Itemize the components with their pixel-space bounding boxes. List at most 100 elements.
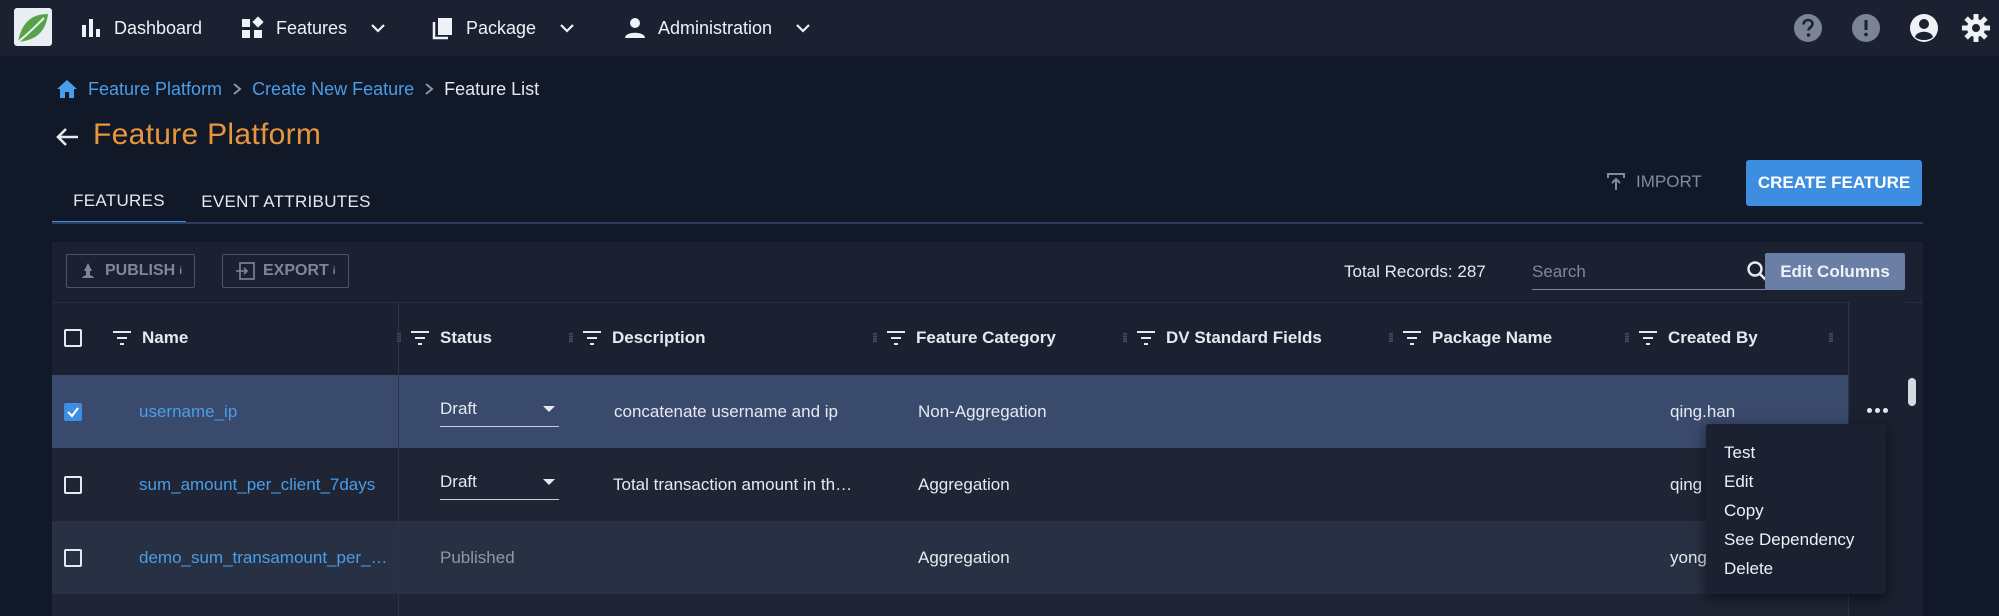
frozen-column-divider: [398, 302, 399, 616]
column-header-label: Feature Category: [916, 328, 1056, 347]
nav-package-label: Package: [466, 17, 537, 38]
created-by-cell: qing: [1670, 474, 1703, 494]
column-header-description[interactable]: ⁞⁞ Description: [568, 303, 706, 373]
help-icon[interactable]: [1793, 13, 1823, 43]
page-title: Feature Platform: [93, 118, 322, 151]
column-header-created-by[interactable]: ⁞⁞ Created By: [1624, 303, 1758, 373]
nav-features[interactable]: Features: [240, 0, 387, 56]
breadcrumb-feature-list: Feature List: [444, 78, 540, 99]
filter-icon[interactable]: [1136, 330, 1156, 346]
filter-icon[interactable]: [410, 330, 430, 346]
row-checkbox[interactable]: [64, 402, 82, 421]
column-header-status[interactable]: ⁞⁞ Status: [396, 303, 492, 373]
column-header-label: Package Name: [1432, 328, 1553, 347]
publish-button[interactable]: PUBLISH i: [66, 254, 196, 288]
more-options-icon[interactable]: [1862, 400, 1892, 420]
search-field: [1532, 254, 1780, 290]
status-cell: Published: [440, 547, 515, 567]
row-checkbox-cell: [64, 375, 82, 448]
drag-handle-icon[interactable]: ⁞⁞: [1624, 331, 1630, 345]
info-alert-icon[interactable]: [1851, 13, 1881, 43]
chevron-right-icon: [425, 83, 434, 95]
account-icon[interactable]: [1909, 13, 1939, 43]
column-header-package-name[interactable]: ⁞⁞ Package Name: [1388, 303, 1552, 373]
column-header-label: Created By: [1668, 328, 1758, 347]
category-cell: Non-Aggregation: [918, 401, 1047, 421]
settings-icon[interactable]: [1961, 13, 1991, 43]
status-select[interactable]: Draft: [440, 391, 559, 427]
export-icon: [236, 262, 255, 280]
row-context-menu: Test Edit Copy See Dependency Delete: [1706, 424, 1886, 594]
filter-icon[interactable]: [886, 330, 906, 346]
breadcrumb-feature-platform[interactable]: Feature Platform: [88, 79, 222, 100]
export-info-icon[interactable]: i: [333, 266, 336, 277]
row-checkbox-cell: [64, 521, 82, 594]
nav-administration[interactable]: Administration: [624, 0, 812, 56]
breadcrumb-create-new-feature[interactable]: Create New Feature: [252, 79, 414, 100]
table-row[interactable]: sum_amount_per_client_7days Draft Total …: [52, 448, 1905, 521]
export-label: EXPORT: [263, 262, 329, 279]
column-header-label: Status: [440, 328, 492, 347]
row-checkbox[interactable]: [64, 548, 82, 567]
chevron-down-icon: [371, 24, 385, 33]
search-input[interactable]: [1532, 260, 1732, 284]
select-all-checkbox[interactable]: [64, 329, 82, 347]
filter-icon[interactable]: [1638, 330, 1658, 346]
nav-features-label: Features: [276, 17, 348, 38]
nav-dashboard[interactable]: Dashboard: [80, 0, 202, 56]
filter-icon[interactable]: [582, 330, 602, 346]
column-header-label: DV Standard Fields: [1166, 328, 1322, 347]
nav-administration-label: Administration: [658, 17, 773, 38]
export-button[interactable]: EXPORT i: [222, 254, 349, 288]
column-header-more[interactable]: ⁞⁞: [1828, 303, 1834, 373]
feature-name-link[interactable]: sum_amount_per_client_7days: [139, 448, 439, 521]
feature-name-link[interactable]: username_ip: [139, 375, 439, 448]
nav-dashboard-label: Dashboard: [114, 17, 203, 38]
tab-event-attributes[interactable]: EVENT ATTRIBUTES: [196, 180, 376, 224]
total-records: Total Records: 287: [1344, 262, 1486, 281]
feature-name-link[interactable]: demo_sum_transamount_per_…: [139, 521, 439, 594]
tabs-divider: [52, 222, 1923, 224]
publish-label: PUBLISH: [105, 262, 176, 279]
column-header-name[interactable]: Name: [112, 303, 188, 373]
drag-handle-icon[interactable]: ⁞⁞: [872, 331, 878, 345]
caret-down-icon: [543, 478, 555, 485]
back-arrow-icon[interactable]: [54, 124, 80, 150]
menu-item-copy[interactable]: Copy: [1706, 496, 1886, 525]
menu-item-edit[interactable]: Edit: [1706, 467, 1886, 496]
bar-chart-icon: [82, 19, 100, 37]
select-all-checkbox-cell: [64, 303, 82, 373]
drag-handle-icon[interactable]: ⁞⁞: [1122, 331, 1128, 345]
copy-icon: [432, 18, 452, 40]
created-by-cell: yong: [1670, 547, 1707, 567]
menu-item-test[interactable]: Test: [1706, 438, 1886, 467]
create-feature-button[interactable]: CREATE FEATURE: [1746, 160, 1922, 206]
caret-down-icon: [543, 405, 555, 412]
tab-features[interactable]: FEATURES: [52, 180, 186, 224]
category-cell: Aggregation: [918, 474, 1010, 494]
table-row[interactable]: demo_sum_transamount_per_… Published Agg…: [52, 521, 1905, 594]
app-logo[interactable]: [14, 8, 52, 46]
publish-info-icon[interactable]: i: [179, 266, 182, 277]
import-label: IMPORT: [1636, 172, 1702, 191]
menu-item-delete[interactable]: Delete: [1706, 554, 1886, 583]
column-header-feature-category[interactable]: ⁞⁞ Feature Category: [872, 303, 1056, 373]
nav-package[interactable]: Package: [432, 0, 576, 56]
table-row[interactable]: [52, 594, 1905, 616]
table-header-row: Name ⁞⁞ Status ⁞⁞ Description ⁞⁞ Feature…: [52, 302, 1923, 372]
drag-handle-icon[interactable]: ⁞⁞: [1388, 331, 1394, 345]
home-icon[interactable]: [56, 79, 78, 99]
row-checkbox[interactable]: [64, 475, 82, 494]
table-row[interactable]: username_ip Draft concatenate username a…: [52, 375, 1905, 448]
vertical-scrollbar[interactable]: [1908, 378, 1916, 406]
description-cell: Total transaction amount in th…: [613, 474, 853, 494]
filter-icon[interactable]: [1402, 330, 1422, 346]
drag-handle-icon[interactable]: ⁞⁞: [1828, 331, 1834, 345]
drag-handle-icon[interactable]: ⁞⁞: [568, 331, 574, 345]
menu-item-see-dependency[interactable]: See Dependency: [1706, 525, 1886, 554]
edit-columns-button[interactable]: Edit Columns: [1765, 253, 1905, 290]
filter-icon[interactable]: [112, 330, 132, 346]
status-select[interactable]: Draft: [440, 464, 559, 500]
import-button[interactable]: IMPORT: [1606, 168, 1702, 196]
column-header-dv-standard-fields[interactable]: ⁞⁞ DV Standard Fields: [1122, 303, 1322, 373]
